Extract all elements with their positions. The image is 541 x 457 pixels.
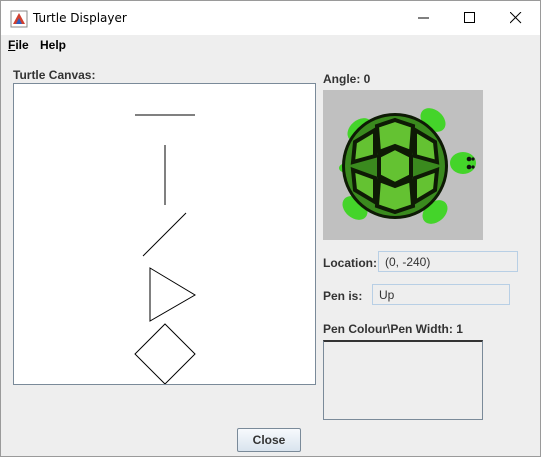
pen-state-field: Up: [372, 284, 510, 305]
turtle-displayer-window: Turtle Displayer File Help Turtle Canvas…: [0, 0, 541, 457]
title-bar[interactable]: Turtle Displayer: [1, 1, 540, 35]
turtle-app-icon: [10, 10, 28, 28]
location-label: Location:: [323, 256, 377, 270]
pen-colour-swatch: [323, 340, 483, 420]
canvas-label: Turtle Canvas:: [13, 68, 96, 82]
close-button[interactable]: Close: [237, 428, 301, 452]
diamond: [134, 323, 196, 384]
maximize-button[interactable]: [447, 1, 493, 35]
menu-bar: File Help: [1, 35, 540, 55]
diagonal-line: [142, 212, 187, 257]
menu-file[interactable]: File: [8, 38, 29, 52]
minimize-button[interactable]: [401, 1, 447, 35]
pen-colour-width-label: Pen Colour\Pen Width: 1: [323, 322, 463, 336]
window-title: Turtle Displayer: [33, 11, 127, 25]
pen-state-label: Pen is:: [323, 289, 363, 303]
triangle: [149, 267, 196, 322]
location-field: (0, -240): [378, 251, 518, 272]
angle-label: Angle: 0: [323, 72, 371, 86]
menu-help[interactable]: Help: [40, 38, 66, 52]
turtle-icon: [339, 108, 476, 224]
menu-file-label: ile: [15, 38, 29, 52]
turtle-canvas[interactable]: [13, 83, 316, 385]
turtle-image: [323, 90, 483, 240]
window-close-button[interactable]: [493, 1, 539, 35]
